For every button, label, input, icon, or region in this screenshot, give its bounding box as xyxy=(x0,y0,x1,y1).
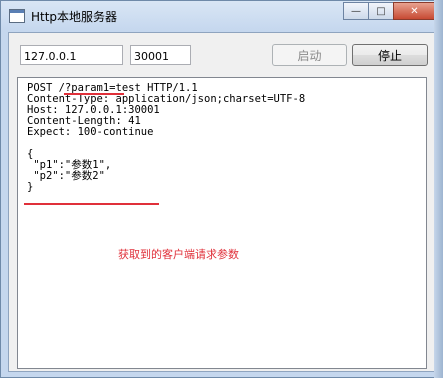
request-line: POST /?param1=test HTTP/1.1 xyxy=(27,82,198,94)
stop-button[interactable]: 停止 xyxy=(352,44,428,66)
highlight-underline-body xyxy=(24,203,159,205)
minimize-button[interactable]: — xyxy=(343,2,369,20)
request-line: "p1":"参数1", xyxy=(27,159,112,171)
window-title: Http本地服务器 xyxy=(31,10,118,24)
ip-input[interactable] xyxy=(20,45,123,65)
request-line: } xyxy=(27,181,34,193)
start-button[interactable]: 启动 xyxy=(272,44,347,66)
request-line: { xyxy=(27,148,34,160)
caption-buttons: — □ ✕ xyxy=(343,2,436,22)
app-window: Http本地服务器 — □ ✕ 启动 停止 POST /?param1=test… xyxy=(0,0,443,378)
request-line: Content-Type: application/json;charset=U… xyxy=(27,93,306,105)
request-line: "p2":"参数2" xyxy=(27,170,105,182)
annotation-label: 获取到的客户端请求参数 xyxy=(118,248,239,261)
close-button[interactable]: ✕ xyxy=(393,2,436,20)
request-textarea[interactable]: POST /?param1=test HTTP/1.1 Content-Type… xyxy=(17,77,427,369)
request-line: Host: 127.0.0.1:30001 xyxy=(27,104,160,116)
window-icon xyxy=(9,9,25,23)
maximize-button[interactable]: □ xyxy=(368,2,394,20)
request-line: Expect: 100-continue xyxy=(27,126,154,138)
client-area: 启动 停止 POST /?param1=test HTTP/1.1 Conten… xyxy=(8,32,435,372)
request-line: Content-Length: 41 xyxy=(27,115,141,127)
port-input[interactable] xyxy=(130,45,191,65)
highlight-underline-query xyxy=(64,93,124,95)
title-bar[interactable]: Http本地服务器 — □ ✕ xyxy=(1,1,442,31)
background-edge-right xyxy=(434,0,443,378)
